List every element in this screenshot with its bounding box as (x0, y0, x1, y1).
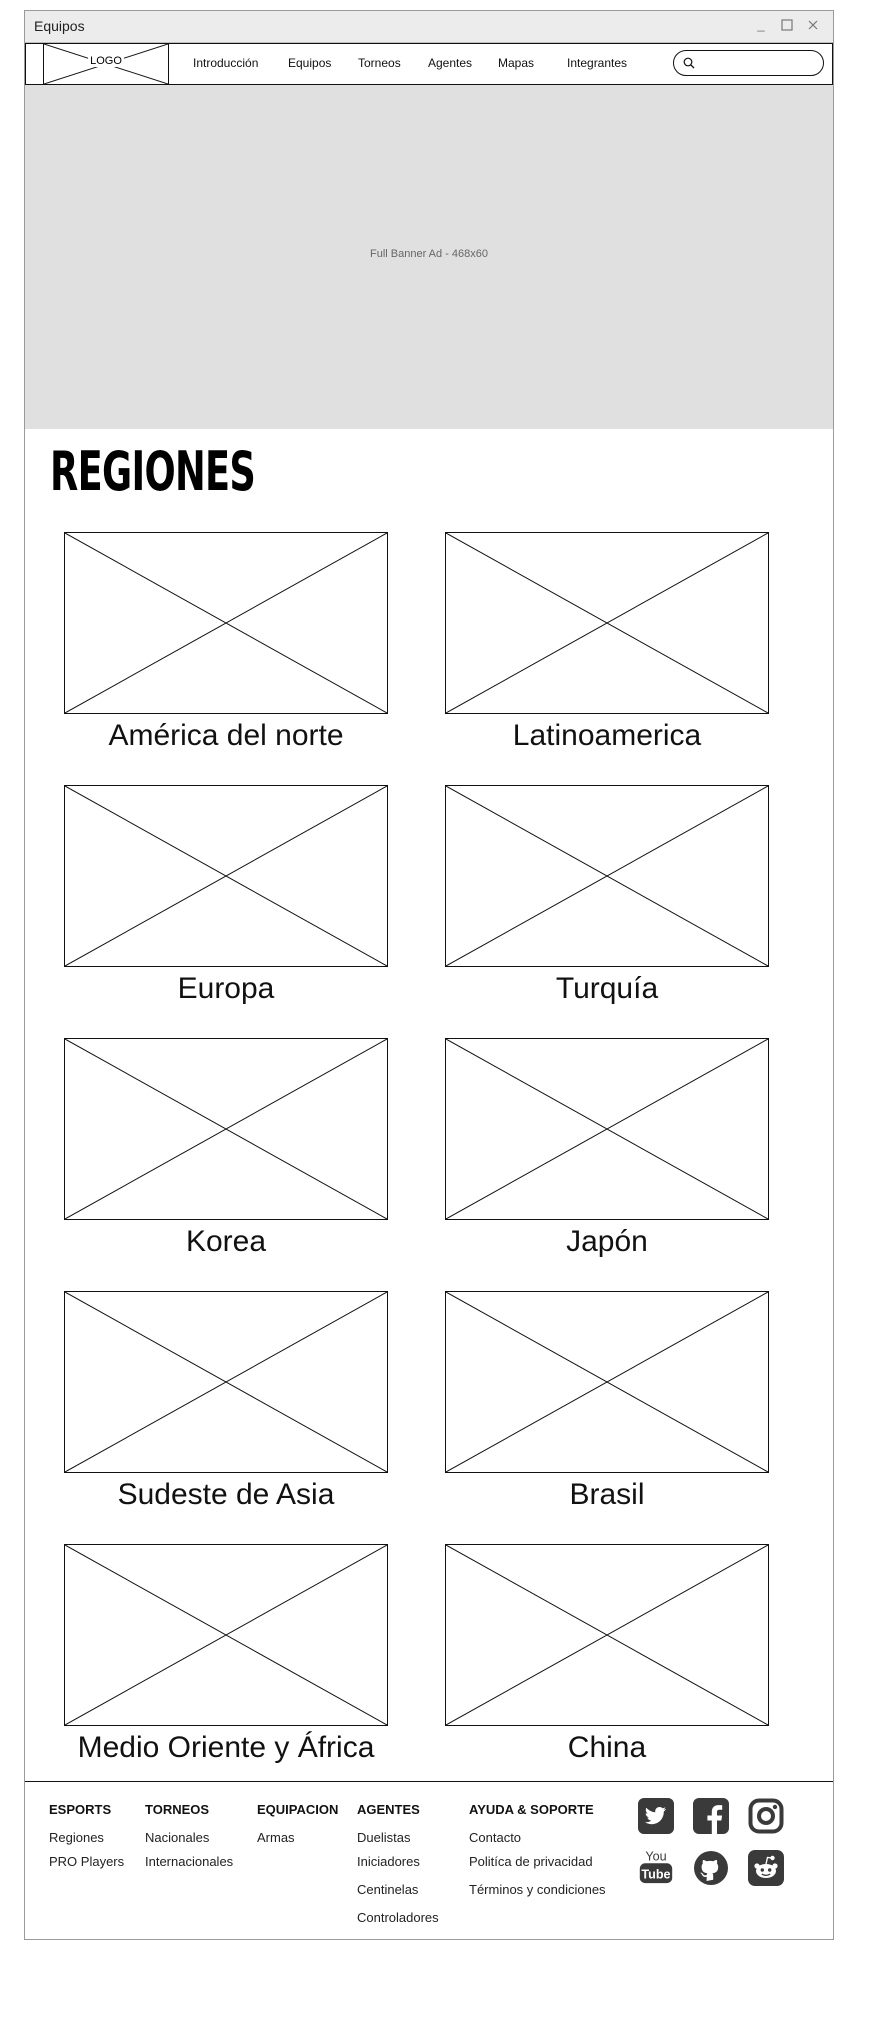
footer: ESPORTS Regiones PRO Players TORNEOS Nac… (25, 1781, 833, 1941)
region-label-medio-oriente-y-africa[interactable]: Medio Oriente y África (36, 1730, 416, 1766)
region-label-europa[interactable]: Europa (36, 971, 416, 1007)
section-title: REGIONES (50, 440, 256, 503)
banner-ad-text: Full Banner Ad - 468x60 (369, 248, 489, 260)
search-icon (683, 57, 695, 69)
region-image-america-del-norte[interactable] (64, 532, 388, 714)
browser-window: Equipos _ LOGO Introducción Equipos Torn… (24, 10, 834, 1940)
facebook-icon[interactable] (693, 1798, 729, 1834)
twitter-icon[interactable] (638, 1798, 674, 1834)
close-icon[interactable] (805, 17, 821, 33)
nav-link-torneos[interactable]: Torneos (358, 56, 401, 70)
footer-heading-agentes: AGENTES (357, 1802, 420, 1817)
logo[interactable]: LOGO (43, 44, 169, 84)
footer-link-internacionales[interactable]: Internacionales (145, 1854, 233, 1869)
footer-link-centinelas[interactable]: Centinelas (357, 1882, 418, 1897)
region-image-korea[interactable] (64, 1038, 388, 1220)
region-image-europa[interactable] (64, 785, 388, 967)
region-image-turquia[interactable] (445, 785, 769, 967)
footer-link-terminos[interactable]: Términos y condiciones (469, 1882, 606, 1897)
youtube-icon[interactable]: You Tube (638, 1848, 674, 1884)
region-image-brasil[interactable] (445, 1291, 769, 1473)
footer-link-regiones[interactable]: Regiones (49, 1830, 104, 1845)
maximize-icon[interactable] (779, 17, 795, 33)
region-image-japon[interactable] (445, 1038, 769, 1220)
youtube-icon-text-tube: Tube (641, 1868, 670, 1882)
navbar: LOGO Introducción Equipos Torneos Agente… (25, 43, 833, 85)
footer-link-armas[interactable]: Armas (257, 1830, 295, 1845)
footer-link-privacidad[interactable]: Politíca de privacidad (469, 1854, 593, 1869)
nav-link-equipos[interactable]: Equipos (288, 56, 331, 70)
region-image-latinoamerica[interactable] (445, 532, 769, 714)
footer-heading-esports: ESPORTS (49, 1802, 112, 1817)
search-input[interactable] (700, 54, 819, 73)
github-icon[interactable] (693, 1850, 729, 1886)
footer-link-pro-players[interactable]: PRO Players (49, 1854, 124, 1869)
region-label-korea[interactable]: Korea (36, 1224, 416, 1260)
youtube-icon-text-you: You (645, 1850, 666, 1864)
region-label-japon[interactable]: Japón (417, 1224, 797, 1260)
footer-link-iniciadores[interactable]: Iniciadores (357, 1854, 420, 1869)
nav-link-integrantes[interactable]: Integrantes (567, 56, 627, 70)
footer-link-nacionales[interactable]: Nacionales (145, 1830, 209, 1845)
region-label-china[interactable]: China (417, 1730, 797, 1766)
banner-ad: Full Banner Ad - 468x60 (25, 85, 833, 429)
footer-heading-torneos: TORNEOS (145, 1802, 210, 1817)
nav-link-agentes[interactable]: Agentes (428, 56, 472, 70)
footer-heading-equipacion: EQUIPACION (257, 1802, 339, 1817)
footer-link-duelistas[interactable]: Duelistas (357, 1830, 410, 1845)
instagram-icon[interactable] (748, 1798, 784, 1834)
region-image-medio-oriente-y-africa[interactable] (64, 1544, 388, 1726)
logo-text: LOGO (88, 55, 124, 67)
region-label-america-del-norte[interactable]: América del norte (36, 718, 416, 754)
search-box[interactable] (673, 50, 824, 76)
footer-link-controladores[interactable]: Controladores (357, 1910, 439, 1925)
region-image-sudeste-de-asia[interactable] (64, 1291, 388, 1473)
nav-link-mapas[interactable]: Mapas (498, 56, 534, 70)
footer-heading-ayuda-soporte: AYUDA & SOPORTE (469, 1802, 594, 1817)
reddit-icon[interactable] (748, 1850, 784, 1886)
footer-link-contacto[interactable]: Contacto (469, 1830, 521, 1845)
minimize-icon[interactable]: _ (753, 17, 769, 33)
region-image-china[interactable] (445, 1544, 769, 1726)
nav-link-introduccion[interactable]: Introducción (193, 56, 258, 70)
region-label-sudeste-de-asia[interactable]: Sudeste de Asia (36, 1477, 416, 1513)
region-label-brasil[interactable]: Brasil (417, 1477, 797, 1513)
title-bar: Equipos _ (25, 11, 833, 43)
region-label-turquia[interactable]: Turquía (417, 971, 797, 1007)
window-title: Equipos (34, 18, 85, 34)
region-label-latinoamerica[interactable]: Latinoamerica (417, 718, 797, 754)
